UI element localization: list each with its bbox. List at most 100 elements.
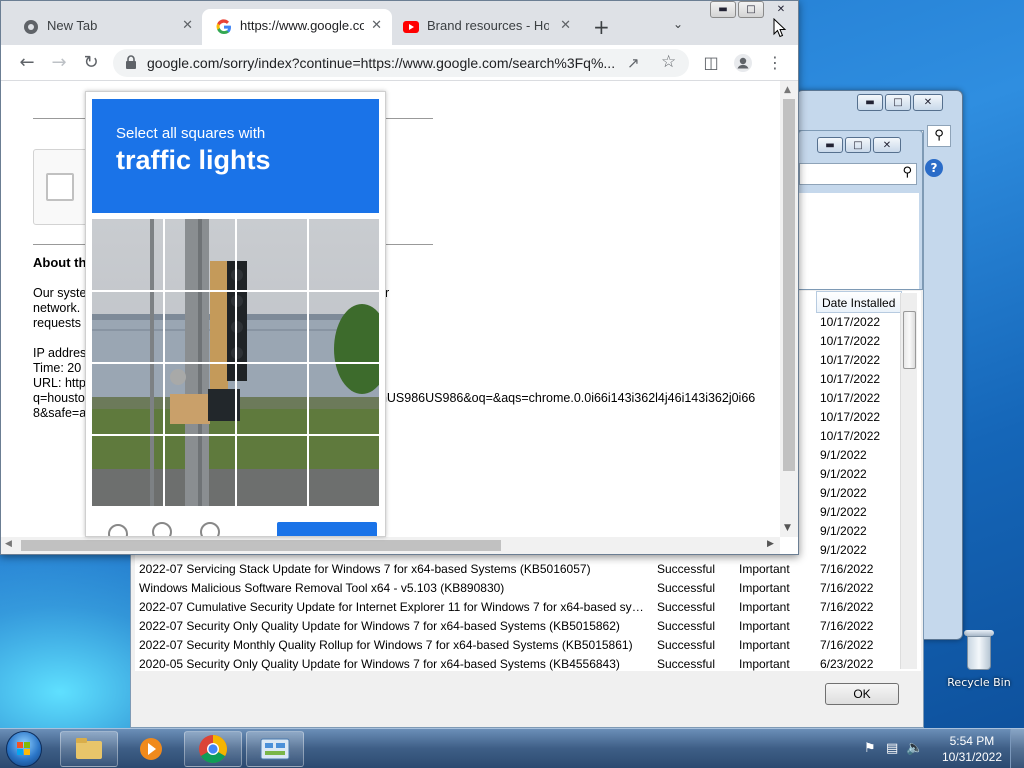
para-line: network. [33,301,81,315]
taskbar: ⚑ ▤ 🔈 5:54 PM 10/31/2022 [0,728,1024,768]
close-tab-icon[interactable]: ✕ [182,17,193,33]
close-button[interactable]: ✕ [873,137,901,153]
para-line: Our syste [33,286,87,300]
verify-button[interactable] [277,522,377,536]
help-icon[interactable]: ? [925,159,943,177]
taskbar-chrome[interactable] [184,731,242,767]
media-player-icon [140,738,162,760]
url-text: google.com/sorry/index?continue=https://… [147,55,616,71]
info-icon[interactable] [200,522,220,536]
address-bar[interactable]: google.com/sorry/index?continue=https://… [113,49,689,77]
update-date: 9/1/2022 [820,486,867,500]
page-vertical-scrollbar[interactable]: ▲ ▼ [780,81,798,537]
ok-button[interactable]: OK [825,683,899,705]
update-date: 9/1/2022 [820,505,867,519]
share-icon[interactable]: ↗ [627,54,640,72]
tab-new-tab[interactable]: New Tab ✕ [9,9,201,45]
back-button[interactable]: ← [15,51,39,75]
query-line: q=housto [33,391,85,405]
table-row[interactable]: 2020-05 Security Only Quality Update for… [135,655,895,674]
challenge-header: Select all squares with traffic lights [92,99,379,213]
close-tab-icon[interactable]: ✕ [371,17,382,33]
url-line: URL: http [33,376,86,390]
profile-avatar-icon[interactable] [731,51,755,75]
update-date: 6/23/2022 [820,657,874,671]
taskbar-control-panel[interactable] [246,731,304,767]
recaptcha-challenge: Select all squares with traffic lights [85,91,386,537]
forward-button[interactable]: → [47,51,71,75]
update-date: 10/17/2022 [820,315,881,329]
close-tab-icon[interactable]: ✕ [560,17,571,33]
chrome-toolbar: ← → ↻ google.com/sorry/index?continue=ht… [1,45,798,81]
close-button[interactable]: ✕ [766,1,796,18]
maximize-button[interactable]: □ [845,137,871,153]
google-icon [216,19,231,35]
close-button[interactable]: ✕ [913,94,943,111]
challenge-image-grid [92,219,379,506]
recycle-bin-icon [962,628,996,672]
update-date: 10/17/2022 [820,391,881,405]
reload-challenge-icon[interactable] [108,524,128,536]
start-button[interactable] [6,731,42,767]
maximize-button[interactable]: □ [885,94,911,111]
table-row[interactable]: 2022-07 Security Only Quality Update for… [135,617,895,636]
grid-tile[interactable] [236,219,308,291]
show-desktop-button[interactable] [1010,729,1024,768]
tab-brand-resources[interactable]: Brand resources - How ✕ [393,9,583,45]
time-line: Time: 20 [33,361,82,375]
recaptcha-checkbox[interactable] [46,173,74,201]
bookmark-star-icon[interactable]: ☆ [661,52,676,72]
clock[interactable]: 5:54 PM 10/31/2022 [942,733,1002,765]
recaptcha-anchor[interactable] [33,149,93,225]
update-importance: Important [739,562,790,576]
side-panel-icon[interactable]: ◫ [699,51,723,75]
chrome-window: New Tab ✕ https://www.google.co ✕ Brand … [0,0,799,555]
about-heading: About th [33,255,87,270]
update-importance: Important [739,657,790,671]
update-date: 9/1/2022 [820,524,867,538]
page-horizontal-scrollbar[interactable]: ◀ ▶ [1,537,780,554]
table-row[interactable]: 2022-07 Servicing Stack Update for Windo… [135,560,895,579]
volume-icon[interactable]: 🔈 [906,740,923,756]
update-date: 9/1/2022 [820,448,867,462]
updates-scrollbar[interactable] [900,293,917,669]
audio-challenge-icon[interactable] [152,522,172,536]
update-date: 7/16/2022 [820,619,874,633]
maximize-button[interactable]: □ [738,1,764,18]
grid-tile[interactable] [164,219,236,291]
network-icon[interactable]: ▤ [886,741,898,756]
ip-address-line: IP addres [33,346,87,360]
update-date: 7/16/2022 [820,600,874,614]
updates-list-window-frame: ▬ □ ✕ ⚲ [798,130,923,290]
grid-tile[interactable] [308,219,379,291]
safe-line: 8&safe=a [33,406,87,420]
update-name: 2022-07 Security Only Quality Update for… [139,619,620,633]
menu-kebab-icon[interactable]: ⋮ [763,51,787,75]
search-icon[interactable]: ⚲ [927,125,951,147]
table-row[interactable]: 2022-07 Security Monthly Quality Rollup … [135,636,895,655]
taskbar-explorer[interactable] [60,731,118,767]
table-row[interactable]: 2022-07 Cumulative Security Update for I… [135,598,895,617]
minimize-button[interactable]: ▬ [710,1,736,18]
date-installed-column-header[interactable]: Date Installed [816,291,902,313]
taskbar-media-player[interactable] [122,731,180,767]
chrome-icon [199,735,227,763]
table-row[interactable]: Windows Malicious Software Removal Tool … [135,579,895,598]
query-line-tail: enUS986US986&oq=&aqs=chrome.0.0i66i143i3… [373,391,756,405]
reload-button[interactable]: ↻ [79,51,103,75]
chrome-caption-buttons: ▬ □ ✕ [710,1,796,18]
minimize-button[interactable]: ▬ [857,94,883,111]
update-importance: Important [739,600,790,614]
action-center-icon[interactable]: ⚑ [864,741,876,756]
search-updates-input[interactable]: ⚲ [799,163,917,185]
grid-tile[interactable] [92,219,164,291]
tab-google-sorry[interactable]: https://www.google.co ✕ [202,9,392,45]
update-date: 10/17/2022 [820,334,881,348]
para-line: requests [33,316,81,330]
folder-icon [76,738,102,759]
search-icon: ⚲ [902,165,912,180]
new-tab-button[interactable]: + [593,15,610,39]
update-date: 7/16/2022 [820,638,874,652]
tab-search-icon[interactable]: ⌄ [673,17,683,31]
minimize-button[interactable]: ▬ [817,137,843,153]
